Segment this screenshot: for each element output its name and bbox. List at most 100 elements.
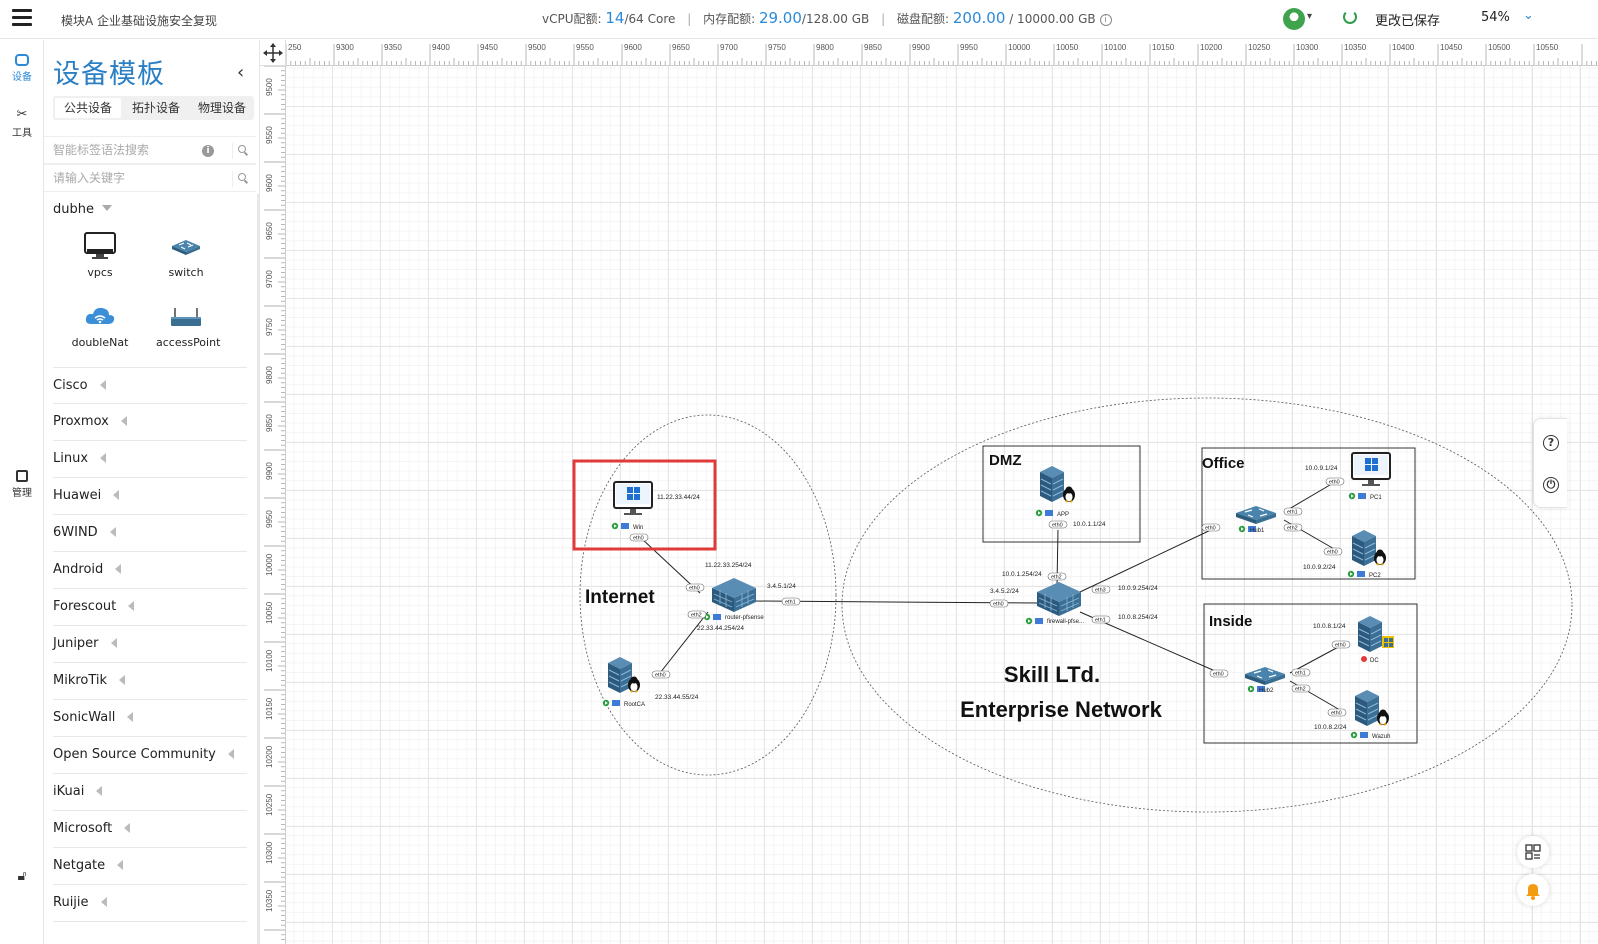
vendor-android[interactable]: Android bbox=[53, 552, 247, 589]
ruler-label: 9800 bbox=[816, 43, 834, 52]
vendor-label: Forescout bbox=[53, 599, 117, 614]
keyword-search-input[interactable] bbox=[44, 165, 222, 191]
grid-layout-icon bbox=[1525, 844, 1541, 860]
ip-label: 3.4.5.2/24 bbox=[990, 588, 1019, 595]
enterprise-title-line2: Enterprise Network bbox=[960, 697, 1162, 722]
node-label: RootCA bbox=[624, 702, 645, 708]
rail-device-button[interactable]: 设备 bbox=[0, 54, 44, 83]
device-switch-label: switch bbox=[168, 266, 204, 279]
node-label: DC bbox=[1370, 658, 1379, 664]
user-avatar[interactable] bbox=[1283, 8, 1305, 30]
vendor-forescout[interactable]: Forescout bbox=[53, 589, 247, 626]
vendor-linux[interactable]: Linux bbox=[53, 441, 247, 478]
node-firewall-pfsense[interactable]: firewall-pfse... 10.0.1.254/24 3.4.5.2/2… bbox=[990, 571, 1158, 625]
caret-left-icon bbox=[117, 860, 124, 870]
caret-left-icon bbox=[100, 897, 107, 907]
vendor-open-source-community[interactable]: Open Source Community bbox=[53, 737, 247, 774]
hamburger-menu-icon[interactable] bbox=[12, 9, 32, 27]
vendor-ikuai[interactable]: iKuai bbox=[53, 774, 247, 811]
vcpu-label: vCPU配额: bbox=[542, 12, 602, 26]
bottom-right-tools bbox=[1517, 834, 1551, 908]
vendor-label: Linux bbox=[53, 451, 89, 466]
vendor-microsoft[interactable]: Microsoft bbox=[53, 811, 247, 848]
ruler-label: 10300 bbox=[1296, 43, 1319, 52]
port-pill: eth0 bbox=[651, 670, 671, 679]
info-icon[interactable]: i bbox=[1099, 14, 1112, 26]
node-wazuh[interactable]: Wazuh 10.0.8.2/24 bbox=[1314, 689, 1390, 740]
svg-text:eth0: eth0 bbox=[1329, 480, 1340, 486]
power-icon[interactable]: ⏻ bbox=[1543, 477, 1559, 493]
vendor-label: Ruijie bbox=[53, 895, 89, 910]
notification-button[interactable] bbox=[1517, 874, 1549, 906]
move-icon bbox=[263, 43, 283, 63]
device-template-panel: 设备模板 ‹ 公共设备 拓扑设备 物理设备 i dubhe vpcs switc bbox=[44, 40, 260, 944]
vendor-ruijie[interactable]: Ruijie bbox=[53, 885, 247, 922]
vendor-label: SonicWall bbox=[53, 710, 116, 725]
vendor-juniper[interactable]: Juniper bbox=[53, 626, 247, 663]
device-doublenat-label: doubleNat bbox=[71, 336, 129, 349]
node-hub1[interactable]: Hub1 bbox=[1235, 505, 1277, 534]
topology-canvas[interactable]: Win 11.22.33.44/24 router-pfsense 11.22.… bbox=[286, 66, 1598, 944]
port-pill: eth1 bbox=[1283, 507, 1303, 516]
vendor-mikrotik[interactable]: MikroTik bbox=[53, 663, 247, 700]
ruler-label: 10150 bbox=[265, 697, 274, 720]
node-rootca[interactable]: RootCA 22.33.44.55/24 bbox=[602, 656, 699, 708]
vendor-cisco[interactable]: Cisco bbox=[53, 367, 247, 404]
vendor-netgate[interactable]: Netgate bbox=[53, 848, 247, 885]
svg-text:eth1: eth1 bbox=[1295, 671, 1306, 677]
port-pill: eth2 bbox=[1047, 572, 1067, 581]
ip-label: 10.0.9.254/24 bbox=[1118, 585, 1158, 592]
vendor-label: Android bbox=[53, 562, 104, 577]
monitor-icon bbox=[84, 232, 116, 259]
svg-text:eth2: eth2 bbox=[1051, 575, 1062, 581]
device-doublenat[interactable]: doubleNat bbox=[70, 302, 130, 349]
zoom-dropdown-icon[interactable]: ⌄ bbox=[1523, 8, 1534, 23]
svg-text:eth0: eth0 bbox=[689, 586, 700, 592]
group-dubhe-header[interactable]: dubhe bbox=[53, 202, 112, 217]
node-label: APP bbox=[1057, 512, 1069, 518]
search-icon[interactable] bbox=[232, 143, 248, 159]
lock-icon[interactable]: 🔓︎ bbox=[0, 868, 44, 884]
device-switch[interactable]: switch bbox=[156, 232, 216, 279]
zoom-level[interactable]: 54% bbox=[1481, 10, 1510, 25]
vendor-huawei[interactable]: Huawei bbox=[53, 478, 247, 515]
search-icon[interactable] bbox=[232, 171, 248, 187]
ip-label: 22.33.44.55/24 bbox=[655, 694, 699, 701]
device-vpcs[interactable]: vpcs bbox=[70, 232, 130, 279]
vendor-label: Netgate bbox=[53, 858, 106, 873]
rail-manage-button[interactable]: 管理 bbox=[0, 470, 44, 499]
node-label: firewall-pfse... bbox=[1047, 619, 1084, 625]
ruler-label: 10550 bbox=[1536, 43, 1559, 52]
ruler-label: 9550 bbox=[576, 43, 594, 52]
smart-search-input[interactable] bbox=[44, 137, 222, 163]
ruler-label: 10300 bbox=[265, 841, 274, 864]
vendor-6wind[interactable]: 6WIND bbox=[53, 515, 247, 552]
pan-tool[interactable] bbox=[260, 40, 286, 66]
node-pc1[interactable]: PC1 10.0.9.1/24 bbox=[1305, 452, 1391, 501]
device-accesspoint[interactable]: accessPoint bbox=[156, 302, 220, 349]
info-icon[interactable]: i bbox=[202, 145, 214, 157]
vendor-sonicwall[interactable]: SonicWall bbox=[53, 700, 247, 737]
rail-tools-button[interactable]: ✂ 工具 bbox=[0, 108, 44, 140]
node-router-pfsense[interactable]: router-pfsense 11.22.33.254/24 3.4.5.1/2… bbox=[697, 562, 796, 632]
vendor-proxmox[interactable]: Proxmox bbox=[53, 404, 247, 441]
disk-label: 磁盘配额: bbox=[897, 12, 950, 26]
chevron-down-icon[interactable]: ▾ bbox=[1307, 11, 1312, 22]
node-hub2[interactable]: Hub2 bbox=[1244, 666, 1286, 694]
caret-left-icon bbox=[120, 416, 127, 426]
ruler-label: 10000 bbox=[1008, 43, 1031, 52]
node-app[interactable]: APP 10.0.1.1/24 bbox=[1035, 465, 1106, 528]
tab-topology-devices[interactable]: 拓扑设备 bbox=[123, 98, 189, 118]
node-dc[interactable]: DC 10.0.8.1/24 bbox=[1313, 615, 1394, 664]
node-pc2[interactable]: PC2 10.0.9.2/24 bbox=[1303, 529, 1386, 579]
tab-physical-devices[interactable]: 物理设备 bbox=[191, 98, 253, 118]
caret-left-icon bbox=[110, 638, 117, 648]
layout-grid-button[interactable] bbox=[1517, 836, 1549, 868]
separator: | bbox=[687, 12, 692, 26]
collapse-panel-icon[interactable]: ‹ bbox=[237, 62, 244, 83]
node-win[interactable]: Win 11.22.33.44/24 bbox=[611, 481, 700, 531]
node-label: Hub1 bbox=[1250, 528, 1265, 534]
help-icon[interactable]: ? bbox=[1543, 435, 1559, 451]
tab-public-devices[interactable]: 公共设备 bbox=[55, 98, 121, 118]
grid-icon bbox=[16, 470, 28, 482]
